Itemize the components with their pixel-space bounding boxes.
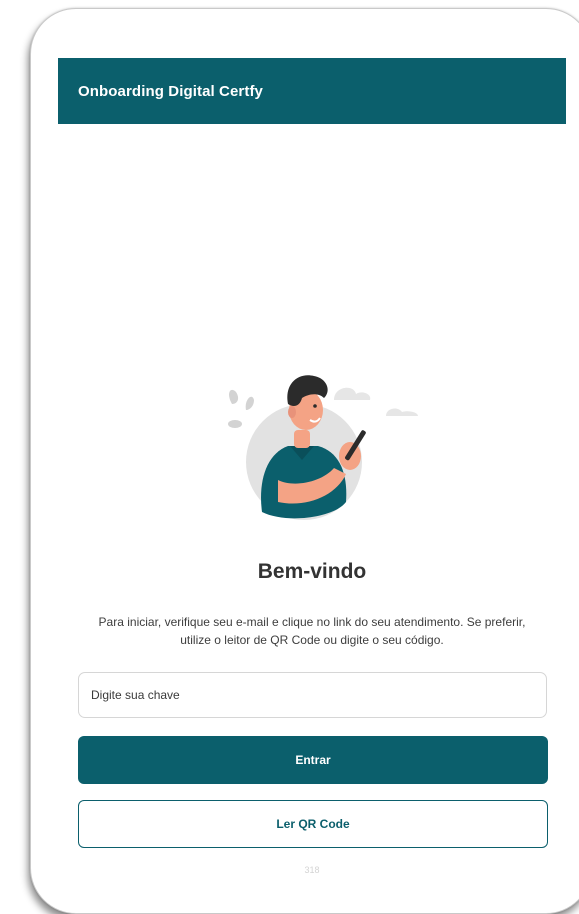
app-header: Onboarding Digital Certfy <box>58 58 566 124</box>
leaf-shape <box>228 420 242 428</box>
cloud-shape <box>386 408 418 416</box>
key-input[interactable] <box>78 672 547 718</box>
enter-button[interactable]: Entrar <box>78 736 548 784</box>
app-title: Onboarding Digital Certfy <box>78 82 264 100</box>
leaf-shape <box>245 396 254 410</box>
welcome-heading: Bem-vindo <box>257 560 367 583</box>
eye-shape <box>313 404 317 408</box>
cloud-shape <box>334 387 371 400</box>
ear-shape <box>288 406 296 418</box>
neck-shape <box>294 430 310 448</box>
screen: Onboarding Digital Certfy Bem-vindo Para… <box>0 0 579 914</box>
welcome-text: Para iniciar, verifique seu e-mail e cli… <box>98 615 526 647</box>
version-label: 318 <box>304 865 320 875</box>
leaf-shape <box>229 389 239 404</box>
man-with-phone-illustration <box>228 375 418 520</box>
read-qr-code-button[interactable]: Ler QR Code <box>78 800 548 848</box>
